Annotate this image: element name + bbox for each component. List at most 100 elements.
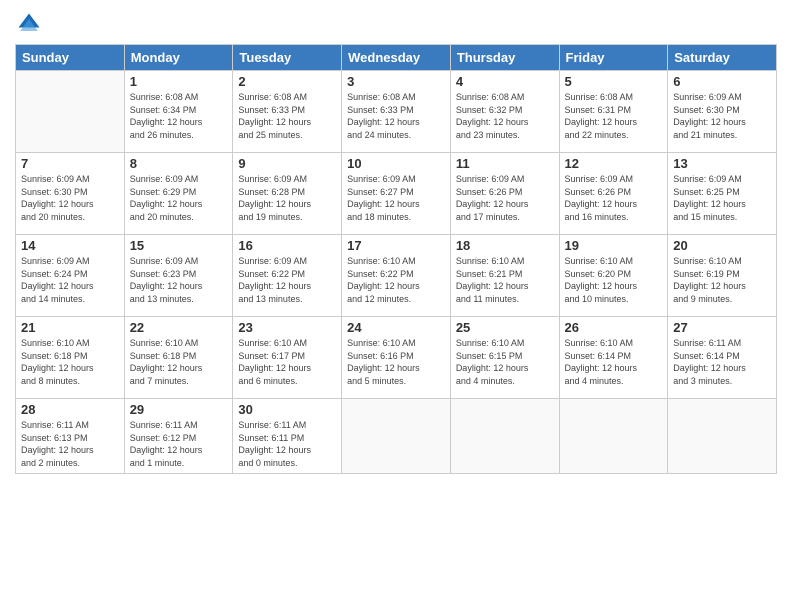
day-number: 17 — [347, 238, 445, 253]
day-info: Sunrise: 6:08 AM Sunset: 6:31 PM Dayligh… — [565, 91, 663, 141]
day-number: 23 — [238, 320, 336, 335]
day-number: 10 — [347, 156, 445, 171]
calendar-cell: 13 Sunrise: 6:09 AM Sunset: 6:25 PM Dayli… — [668, 153, 777, 235]
header — [15, 10, 777, 38]
calendar-cell: 1 Sunrise: 6:08 AM Sunset: 6:34 PM Daylig… — [124, 71, 233, 153]
calendar-cell: 15 Sunrise: 6:09 AM Sunset: 6:23 PM Dayli… — [124, 235, 233, 317]
day-info: Sunrise: 6:10 AM Sunset: 6:20 PM Dayligh… — [565, 255, 663, 305]
day-info: Sunrise: 6:10 AM Sunset: 6:21 PM Dayligh… — [456, 255, 554, 305]
day-info: Sunrise: 6:10 AM Sunset: 6:17 PM Dayligh… — [238, 337, 336, 387]
day-info: Sunrise: 6:09 AM Sunset: 6:26 PM Dayligh… — [565, 173, 663, 223]
day-info: Sunrise: 6:09 AM Sunset: 6:25 PM Dayligh… — [673, 173, 771, 223]
calendar-cell: 7Sunrise: 6:09 AM Sunset: 6:30 PM Daylig… — [16, 153, 125, 235]
calendar-cell: 29 Sunrise: 6:11 AM Sunset: 6:12 PM Dayli… — [124, 399, 233, 474]
day-info: Sunrise: 6:10 AM Sunset: 6:14 PM Dayligh… — [565, 337, 663, 387]
day-info: Sunrise: 6:11 AM Sunset: 6:13 PM Dayligh… — [21, 419, 119, 469]
calendar-cell — [342, 399, 451, 474]
day-number: 13 — [673, 156, 771, 171]
calendar-cell: 24 Sunrise: 6:10 AM Sunset: 6:16 PM Dayli… — [342, 317, 451, 399]
calendar-week-2: 7Sunrise: 6:09 AM Sunset: 6:30 PM Daylig… — [16, 153, 777, 235]
calendar-cell: 16 Sunrise: 6:09 AM Sunset: 6:22 PM Dayli… — [233, 235, 342, 317]
day-info: Sunrise: 6:09 AM Sunset: 6:28 PM Dayligh… — [238, 173, 336, 223]
day-info: Sunrise: 6:11 AM Sunset: 6:14 PM Dayligh… — [673, 337, 771, 387]
day-info: Sunrise: 6:09 AM Sunset: 6:30 PM Dayligh… — [21, 173, 119, 223]
logo-icon — [15, 10, 43, 38]
day-number: 29 — [130, 402, 228, 417]
day-info: Sunrise: 6:11 AM Sunset: 6:12 PM Dayligh… — [130, 419, 228, 469]
day-number: 4 — [456, 74, 554, 89]
day-info: Sunrise: 6:11 AM Sunset: 6:11 PM Dayligh… — [238, 419, 336, 469]
day-info: Sunrise: 6:09 AM Sunset: 6:27 PM Dayligh… — [347, 173, 445, 223]
day-number: 24 — [347, 320, 445, 335]
day-number: 3 — [347, 74, 445, 89]
day-info: Sunrise: 6:10 AM Sunset: 6:15 PM Dayligh… — [456, 337, 554, 387]
calendar-cell — [559, 399, 668, 474]
logo — [15, 10, 47, 38]
day-info: Sunrise: 6:08 AM Sunset: 6:33 PM Dayligh… — [347, 91, 445, 141]
calendar-cell: 5 Sunrise: 6:08 AM Sunset: 6:31 PM Daylig… — [559, 71, 668, 153]
calendar-cell — [16, 71, 125, 153]
day-number: 12 — [565, 156, 663, 171]
day-number: 2 — [238, 74, 336, 89]
calendar-cell: 28 Sunrise: 6:11 AM Sunset: 6:13 PM Dayli… — [16, 399, 125, 474]
calendar-week-3: 14 Sunrise: 6:09 AM Sunset: 6:24 PM Dayli… — [16, 235, 777, 317]
calendar-cell: 11Sunrise: 6:09 AM Sunset: 6:26 PM Dayli… — [450, 153, 559, 235]
day-number: 27 — [673, 320, 771, 335]
day-number: 5 — [565, 74, 663, 89]
day-info: Sunrise: 6:09 AM Sunset: 6:29 PM Dayligh… — [130, 173, 228, 223]
day-info: Sunrise: 6:09 AM Sunset: 6:26 PM Dayligh… — [456, 173, 554, 223]
day-info: Sunrise: 6:10 AM Sunset: 6:19 PM Dayligh… — [673, 255, 771, 305]
calendar-header-wednesday: Wednesday — [342, 45, 451, 71]
calendar-cell: 26Sunrise: 6:10 AM Sunset: 6:14 PM Dayli… — [559, 317, 668, 399]
day-info: Sunrise: 6:08 AM Sunset: 6:32 PM Dayligh… — [456, 91, 554, 141]
day-number: 16 — [238, 238, 336, 253]
calendar-cell: 18 Sunrise: 6:10 AM Sunset: 6:21 PM Dayli… — [450, 235, 559, 317]
day-info: Sunrise: 6:09 AM Sunset: 6:23 PM Dayligh… — [130, 255, 228, 305]
calendar-cell: 19Sunrise: 6:10 AM Sunset: 6:20 PM Dayli… — [559, 235, 668, 317]
calendar-cell: 8 Sunrise: 6:09 AM Sunset: 6:29 PM Daylig… — [124, 153, 233, 235]
day-info: Sunrise: 6:09 AM Sunset: 6:30 PM Dayligh… — [673, 91, 771, 141]
day-number: 28 — [21, 402, 119, 417]
day-info: Sunrise: 6:09 AM Sunset: 6:24 PM Dayligh… — [21, 255, 119, 305]
calendar-cell — [450, 399, 559, 474]
calendar-header-friday: Friday — [559, 45, 668, 71]
calendar-header-saturday: Saturday — [668, 45, 777, 71]
calendar-header-tuesday: Tuesday — [233, 45, 342, 71]
day-number: 22 — [130, 320, 228, 335]
calendar-cell: 20Sunrise: 6:10 AM Sunset: 6:19 PM Dayli… — [668, 235, 777, 317]
day-number: 14 — [21, 238, 119, 253]
day-number: 1 — [130, 74, 228, 89]
calendar-cell: 12 Sunrise: 6:09 AM Sunset: 6:26 PM Dayli… — [559, 153, 668, 235]
calendar-cell: 23 Sunrise: 6:10 AM Sunset: 6:17 PM Dayli… — [233, 317, 342, 399]
calendar-header-sunday: Sunday — [16, 45, 125, 71]
calendar-cell: 27 Sunrise: 6:11 AM Sunset: 6:14 PM Dayli… — [668, 317, 777, 399]
day-info: Sunrise: 6:10 AM Sunset: 6:18 PM Dayligh… — [130, 337, 228, 387]
day-number: 9 — [238, 156, 336, 171]
day-info: Sunrise: 6:10 AM Sunset: 6:22 PM Dayligh… — [347, 255, 445, 305]
calendar-header-row: SundayMondayTuesdayWednesdayThursdayFrid… — [16, 45, 777, 71]
calendar-cell: 10 Sunrise: 6:09 AM Sunset: 6:27 PM Dayli… — [342, 153, 451, 235]
calendar-header-monday: Monday — [124, 45, 233, 71]
day-info: Sunrise: 6:10 AM Sunset: 6:16 PM Dayligh… — [347, 337, 445, 387]
day-number: 21 — [21, 320, 119, 335]
day-number: 8 — [130, 156, 228, 171]
calendar-cell — [668, 399, 777, 474]
day-info: Sunrise: 6:09 AM Sunset: 6:22 PM Dayligh… — [238, 255, 336, 305]
calendar-week-4: 21 Sunrise: 6:10 AM Sunset: 6:18 PM Dayli… — [16, 317, 777, 399]
calendar-header-thursday: Thursday — [450, 45, 559, 71]
calendar-cell: 25 Sunrise: 6:10 AM Sunset: 6:15 PM Dayli… — [450, 317, 559, 399]
calendar-cell: 2 Sunrise: 6:08 AM Sunset: 6:33 PM Daylig… — [233, 71, 342, 153]
calendar-week-5: 28 Sunrise: 6:11 AM Sunset: 6:13 PM Dayli… — [16, 399, 777, 474]
calendar-cell: 17 Sunrise: 6:10 AM Sunset: 6:22 PM Dayli… — [342, 235, 451, 317]
day-number: 15 — [130, 238, 228, 253]
day-number: 25 — [456, 320, 554, 335]
day-info: Sunrise: 6:08 AM Sunset: 6:34 PM Dayligh… — [130, 91, 228, 141]
calendar-cell: 3 Sunrise: 6:08 AM Sunset: 6:33 PM Daylig… — [342, 71, 451, 153]
calendar-cell: 14 Sunrise: 6:09 AM Sunset: 6:24 PM Dayli… — [16, 235, 125, 317]
day-number: 6 — [673, 74, 771, 89]
day-info: Sunrise: 6:08 AM Sunset: 6:33 PM Dayligh… — [238, 91, 336, 141]
calendar-cell: 21Sunrise: 6:10 AM Sunset: 6:18 PM Dayli… — [16, 317, 125, 399]
page: SundayMondayTuesdayWednesdayThursdayFrid… — [0, 0, 792, 612]
day-number: 18 — [456, 238, 554, 253]
calendar-cell: 30Sunrise: 6:11 AM Sunset: 6:11 PM Dayli… — [233, 399, 342, 474]
